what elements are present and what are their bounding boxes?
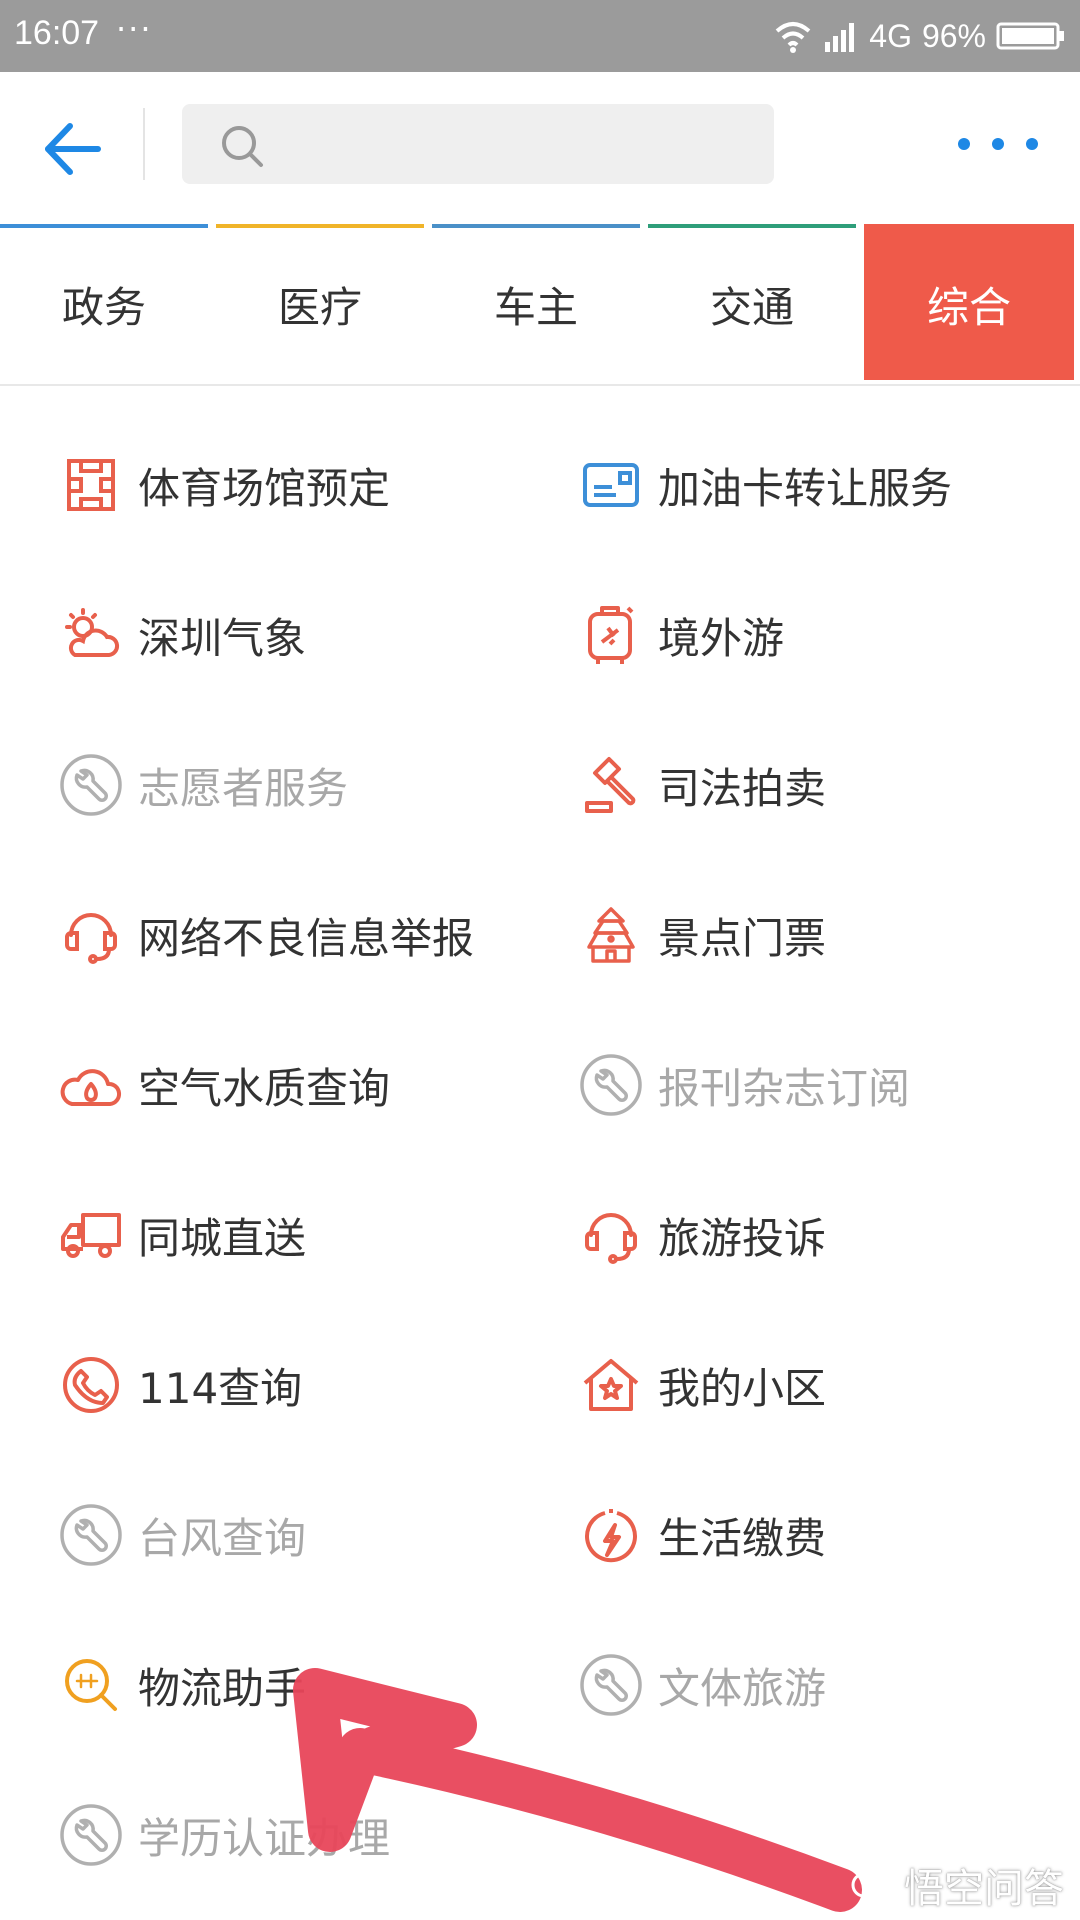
service-judicial-auction[interactable]: 司法拍卖 <box>578 730 826 840</box>
signal-icon <box>825 23 855 52</box>
wrench-icon <box>578 1052 644 1118</box>
fuel-card-icon <box>578 452 644 518</box>
service-label: 加油卡转让服务 <box>658 463 953 513</box>
service-label: 同城直送 <box>138 1213 307 1263</box>
service-label: 我的小区 <box>658 1363 827 1413</box>
phone-icon <box>58 1352 124 1418</box>
headset-icon <box>58 902 124 968</box>
weather-icon <box>58 602 124 668</box>
service-label: 网络不良信息举报 <box>138 913 475 963</box>
search-icon <box>222 126 263 167</box>
status-indicators: 4G 96% <box>773 12 1066 60</box>
stadium-icon <box>58 452 124 518</box>
watermark: 悟空问答 <box>850 1856 1064 1914</box>
gavel-icon <box>578 752 644 818</box>
tab-general[interactable]: 综合 <box>864 224 1074 380</box>
category-tabs: 政务 医疗 车主 交通 综合 <box>0 224 1080 386</box>
service-label: 物流助手 <box>138 1663 307 1713</box>
tab-government[interactable]: 政务 <box>0 224 208 380</box>
wrench-icon <box>58 1802 124 1868</box>
service-label: 空气水质查询 <box>138 1063 391 1113</box>
service-label: 体育场馆预定 <box>138 463 391 513</box>
watermark-text: 悟空问答 <box>904 1866 1064 1912</box>
status-bar: 16:07 ··· 4G 96% <box>0 0 1080 72</box>
tab-indicator <box>432 224 640 228</box>
headset-icon <box>578 1202 644 1268</box>
tab-label: 综合 <box>926 283 1011 332</box>
luggage-icon <box>578 602 644 668</box>
tab-label: 车主 <box>493 283 578 332</box>
service-travel-complaint[interactable]: 旅游投诉 <box>578 1180 826 1290</box>
bolt-icon <box>578 1502 644 1568</box>
service-label: 景点门票 <box>658 913 827 963</box>
service-label: 深圳气象 <box>138 613 307 663</box>
service-my-community[interactable]: 我的小区 <box>578 1330 826 1440</box>
service-logistics-assistant[interactable]: 物流助手 <box>58 1630 306 1740</box>
service-typhoon-query[interactable]: 台风查询 <box>58 1480 306 1590</box>
service-label: 旅游投诉 <box>658 1213 827 1263</box>
service-label: 志愿者服务 <box>138 763 349 813</box>
wrench-icon <box>58 1502 124 1568</box>
service-114-inquiry[interactable]: 114查询 <box>58 1330 302 1440</box>
wrench-icon <box>58 752 124 818</box>
search-input[interactable] <box>282 104 752 184</box>
cloud-drop-icon <box>58 1052 124 1118</box>
service-air-water-quality[interactable]: 空气水质查询 <box>58 1030 390 1140</box>
tab-indicator <box>0 224 208 228</box>
battery-icon <box>996 22 1064 50</box>
logistics-search-icon <box>58 1652 124 1718</box>
search-box[interactable] <box>182 104 774 184</box>
service-diploma-verification[interactable]: 学历认证办理 <box>58 1780 390 1890</box>
battery-percent: 96% <box>921 17 986 54</box>
service-shenzhen-weather[interactable]: 深圳气象 <box>58 580 306 690</box>
service-label: 台风查询 <box>138 1513 307 1563</box>
more-options-button[interactable] <box>950 124 1046 164</box>
service-label: 学历认证办理 <box>138 1813 391 1863</box>
pagoda-icon <box>578 902 644 968</box>
service-label: 114查询 <box>138 1363 303 1413</box>
header-divider <box>143 108 145 180</box>
wifi-icon <box>775 22 811 53</box>
status-overflow-dots: ··· <box>116 10 153 48</box>
more-dot-icon <box>958 138 970 150</box>
tab-label: 医疗 <box>277 283 362 332</box>
more-dot-icon <box>992 138 1004 150</box>
service-same-city-delivery[interactable]: 同城直送 <box>58 1180 306 1290</box>
tab-label: 政务 <box>61 283 146 332</box>
wrench-icon <box>578 1652 644 1718</box>
service-attraction-tickets[interactable]: 景点门票 <box>578 880 826 990</box>
back-button[interactable] <box>40 116 106 182</box>
service-label: 报刊杂志订阅 <box>658 1063 911 1113</box>
tab-traffic[interactable]: 交通 <box>648 224 856 380</box>
tab-car-owner[interactable]: 车主 <box>432 224 640 380</box>
tab-indicator <box>216 224 424 228</box>
service-label: 生活缴费 <box>658 1513 827 1563</box>
service-label: 境外游 <box>658 613 785 663</box>
service-utility-payment[interactable]: 生活缴费 <box>578 1480 826 1590</box>
truck-icon <box>58 1202 124 1268</box>
wukong-logo-icon <box>851 1872 895 1898</box>
tab-label: 交通 <box>709 283 794 332</box>
status-time: 16:07 <box>14 14 100 52</box>
back-arrow-icon <box>45 123 101 175</box>
tab-indicator <box>648 224 856 228</box>
more-dot-icon <box>1026 138 1038 150</box>
service-culture-sports-tourism[interactable]: 文体旅游 <box>578 1630 826 1740</box>
service-label: 文体旅游 <box>658 1663 827 1713</box>
house-star-icon <box>578 1352 644 1418</box>
service-label: 司法拍卖 <box>658 763 827 813</box>
service-volunteer[interactable]: 志愿者服务 <box>58 730 348 840</box>
header-bar <box>0 72 1080 224</box>
service-newspaper-subscription[interactable]: 报刊杂志订阅 <box>578 1030 910 1140</box>
tab-medical[interactable]: 医疗 <box>216 224 424 380</box>
service-stadium-booking[interactable]: 体育场馆预定 <box>58 430 390 540</box>
service-harmful-info-report[interactable]: 网络不良信息举报 <box>58 880 474 990</box>
service-outbound-travel[interactable]: 境外游 <box>578 580 784 690</box>
service-fuel-card-transfer[interactable]: 加油卡转让服务 <box>578 430 952 540</box>
network-type: 4G <box>869 17 912 54</box>
